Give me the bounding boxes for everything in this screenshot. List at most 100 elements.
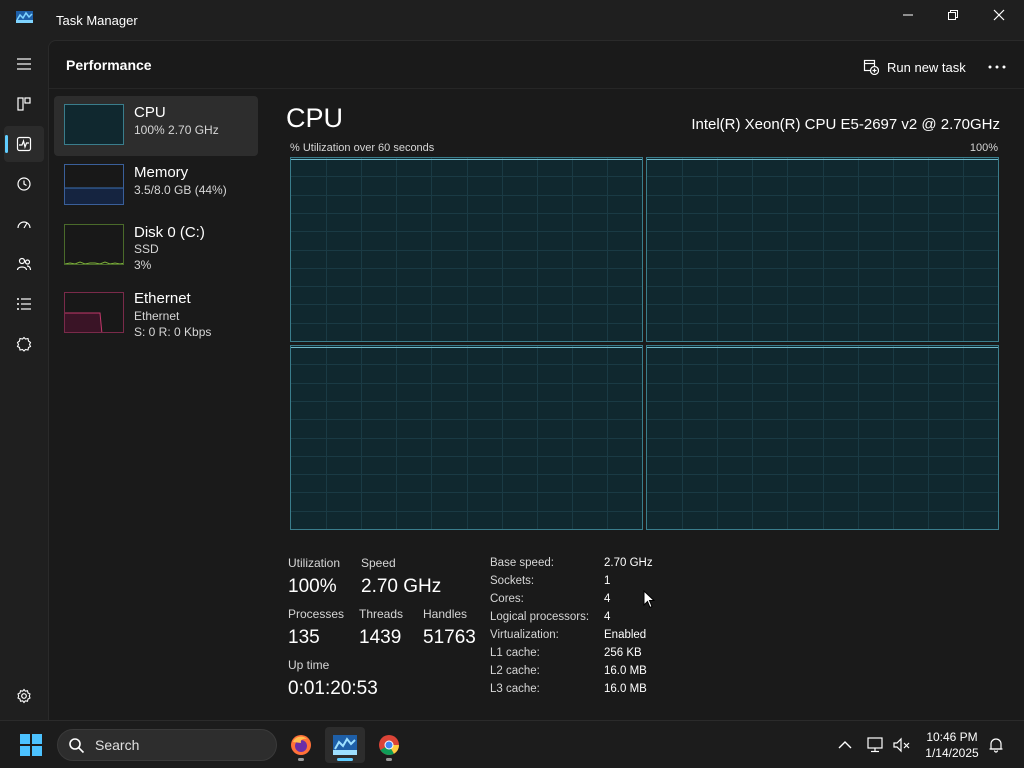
processes-label: Processes [288, 607, 345, 621]
graph-gridline [291, 176, 642, 177]
resource-name: Ethernet [134, 290, 191, 307]
spec-value: 4 [604, 611, 611, 623]
spec-value: 1 [604, 575, 611, 587]
uptime-value: 0:01:20:53 [288, 678, 378, 699]
graph-gridline [291, 419, 642, 420]
search-input[interactable] [95, 737, 255, 753]
performance-icon [16, 136, 32, 152]
nav-active-indicator [5, 135, 8, 153]
threads-label: Threads [359, 607, 404, 621]
nav-services[interactable] [4, 326, 44, 362]
resource-detail: S: 0 R: 0 Kbps [134, 325, 212, 339]
chevron-up-icon [838, 741, 852, 749]
spec-key: L1 cache: [490, 647, 540, 659]
graph-gridline [291, 323, 642, 324]
memory-sparkline [65, 187, 123, 204]
utilization-line [291, 159, 642, 160]
system-clock[interactable]: 10:46 PM 1/14/2025 [912, 729, 992, 761]
bell-icon [989, 738, 1003, 753]
running-indicator [337, 758, 353, 761]
resource-type: SSD [134, 242, 159, 256]
notifications-button[interactable] [986, 735, 1006, 755]
taskbar-search[interactable] [57, 729, 277, 761]
graph-gridline [647, 492, 998, 493]
nav-performance[interactable] [4, 126, 44, 162]
hamburger-menu-button[interactable] [4, 46, 44, 82]
graph-gridline [291, 383, 642, 384]
details-list-icon [17, 298, 31, 310]
startup-gauge-icon [17, 221, 31, 229]
ethernet-sparkline [65, 312, 103, 332]
graph-gridline [291, 492, 642, 493]
restore-button[interactable] [930, 0, 976, 30]
graph-gridline [291, 401, 642, 402]
graph-gridline [291, 304, 642, 305]
graph-gridline [647, 286, 998, 287]
hamburger-icon [17, 58, 31, 70]
close-button[interactable] [976, 0, 1022, 30]
graph-gridline [647, 383, 998, 384]
main-content: Performance Run new task CPU 100% 2.70 G… [48, 40, 1024, 720]
windows-start-icon[interactable] [16, 731, 46, 759]
task-manager-icon [333, 735, 357, 755]
network-status[interactable] [866, 735, 886, 755]
graph-gridline [291, 474, 642, 475]
nav-users[interactable] [4, 246, 44, 282]
disk-sparkline [65, 261, 123, 264]
nav-app-history[interactable] [4, 166, 44, 202]
graph-gridline [647, 438, 998, 439]
nav-details[interactable] [4, 286, 44, 322]
title-bar: Task Manager [0, 0, 1024, 40]
graph-gridline [647, 250, 998, 251]
cpu-core-graph [290, 345, 643, 530]
cpu-heading: CPU [286, 103, 344, 133]
users-icon [16, 257, 32, 271]
graph-gridline [647, 231, 998, 232]
chrome-icon [379, 735, 400, 756]
minimize-icon [903, 14, 913, 16]
resource-ethernet[interactable]: Ethernet Ethernet S: 0 R: 0 Kbps [54, 282, 258, 342]
spec-key: Virtualization: [490, 629, 559, 641]
graph-gridline [647, 364, 998, 365]
graph-gridline [647, 401, 998, 402]
more-options-button[interactable] [985, 55, 1009, 79]
spec-key: Cores: [490, 593, 524, 605]
resource-cpu[interactable]: CPU 100% 2.70 GHz [54, 96, 258, 156]
volume-status[interactable] [892, 735, 912, 755]
history-icon [17, 177, 31, 191]
cpu-core-graph [646, 345, 999, 530]
run-new-task-button[interactable]: Run new task [863, 54, 966, 80]
taskbar-firefox[interactable] [281, 727, 321, 763]
nav-startup-apps[interactable] [4, 206, 44, 242]
running-indicator [298, 758, 304, 761]
uptime-label: Up time [288, 658, 330, 672]
resource-name: CPU [134, 104, 166, 121]
nav-settings[interactable] [4, 678, 44, 714]
speed-label: Speed [361, 556, 396, 570]
mouse-cursor-icon [643, 590, 655, 609]
utilization-label: Utilization [288, 556, 341, 570]
resource-memory[interactable]: Memory 3.5/8.0 GB (44%) [54, 156, 258, 216]
taskbar: 10:46 PM 1/14/2025 [0, 720, 1024, 768]
resource-detail: 3.5/8.0 GB (44%) [134, 183, 227, 197]
nav-processes[interactable] [4, 86, 44, 122]
minimize-button[interactable] [885, 0, 931, 30]
graph-gridline [647, 195, 998, 196]
clock-date: 1/14/2025 [925, 746, 979, 760]
taskbar-task-manager[interactable] [325, 727, 365, 763]
search-icon [69, 737, 85, 753]
resource-disk[interactable]: Disk 0 (C:) SSD 3% [54, 216, 258, 276]
network-monitor-icon [867, 737, 883, 753]
graph-gridline [647, 176, 998, 177]
taskbar-chrome[interactable] [369, 727, 409, 763]
spec-value: 256 KB [604, 647, 642, 659]
graph-gridline [291, 364, 642, 365]
graph-gridline [291, 213, 642, 214]
show-hidden-icons-button[interactable] [835, 735, 855, 755]
processes-icon [17, 97, 31, 111]
speed-value: 2.70 GHz [361, 576, 442, 597]
memory-thumbnail [64, 164, 124, 205]
resource-name: Disk 0 (C:) [134, 224, 205, 241]
graph-gridline [647, 456, 998, 457]
spec-key: Sockets: [490, 575, 535, 587]
